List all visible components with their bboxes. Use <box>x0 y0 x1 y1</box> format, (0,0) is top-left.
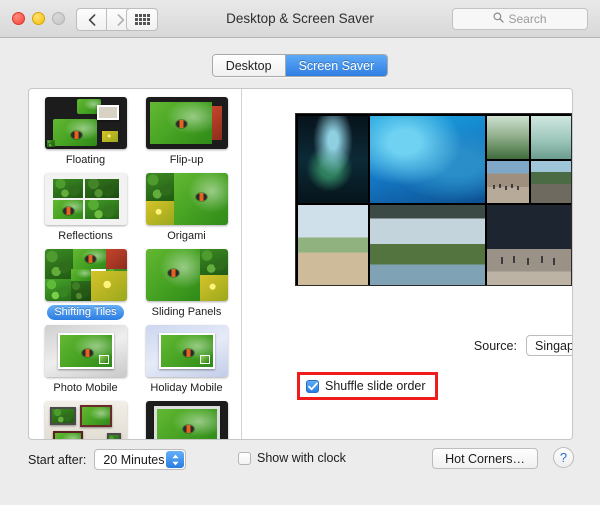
stepper-arrows-icon[interactable] <box>166 451 185 468</box>
search-placeholder: Search <box>508 12 547 26</box>
screen-saver-item-floating[interactable]: Floating <box>37 97 134 171</box>
screen-saver-item-sliding-panels[interactable]: Sliding Panels <box>138 249 235 323</box>
screen-saver-item-reflections[interactable]: Reflections <box>37 173 134 247</box>
screen-saver-preview[interactable] <box>295 113 572 286</box>
screen-saver-thumbnail <box>44 97 127 149</box>
preview-tile-street-crowd <box>487 160 529 203</box>
show-with-clock-checkbox[interactable] <box>238 451 251 465</box>
tab-desktop[interactable]: Desktop <box>212 55 285 76</box>
screen-saver-item-origami[interactable]: Origami <box>138 173 235 247</box>
preview-tile-aquarium-tank <box>298 116 368 203</box>
preview-tile-river-walk <box>370 205 485 285</box>
screen-saver-item-holiday-mobile[interactable]: Holiday Mobile <box>138 325 235 399</box>
preview-tile-street-scene <box>530 160 571 203</box>
screen-saver-item-photo-wall[interactable]: Photo Wall <box>37 401 134 439</box>
screen-saver-thumbnail <box>44 401 127 439</box>
system-preferences-window: Desktop & Screen Saver Search Desktop Sc… <box>0 0 600 505</box>
checkmark-icon <box>307 382 318 390</box>
screen-saver-label: Sliding Panels <box>151 306 222 318</box>
help-button[interactable]: ? <box>553 447 574 468</box>
preview-tile-group <box>487 116 571 203</box>
screen-saver-label: Origami <box>167 230 206 242</box>
screen-saver-list[interactable]: Floating Flip-up Reflections Origami Shi… <box>29 89 241 439</box>
screen-saver-label: Floating <box>65 154 106 166</box>
screen-saver-label: Shifting Tiles <box>47 305 124 320</box>
search-field[interactable]: Search <box>452 8 588 30</box>
start-after-row: Start after: 20 Minutes <box>28 449 187 470</box>
screen-saver-item-shifting-tiles[interactable]: Shifting Tiles <box>37 249 134 323</box>
show-with-clock-row: Show with clock <box>238 451 346 465</box>
source-popup-button[interactable]: Singapore <box>526 335 573 356</box>
title-bar: Desktop & Screen Saver Search <box>0 0 600 38</box>
screen-saver-thumbnail <box>145 249 228 301</box>
preview-tile-theater-plaza <box>487 205 571 285</box>
source-value: Singapore <box>535 338 573 353</box>
screen-saver-thumbnail <box>145 97 228 149</box>
shuffle-annotation-box: Shuffle slide order <box>297 372 438 400</box>
shuffle-slide-order-label: Shuffle slide order <box>325 379 426 393</box>
bottom-bar: Start after: 20 Minutes Show with clock … <box>0 440 600 505</box>
tab-bar: Desktop Screen Saver <box>0 54 600 77</box>
screen-saver-label: Flip-up <box>169 154 204 166</box>
preview-tile-beach-promenade <box>298 205 368 285</box>
screen-saver-item-vintage-prints[interactable]: Vintage Prints <box>138 401 235 439</box>
start-after-popup-button[interactable]: 20 Minutes <box>94 449 187 470</box>
hot-corners-button[interactable]: Hot Corners… <box>432 448 538 469</box>
screen-saver-label: Photo Mobile <box>53 382 118 394</box>
screen-saver-thumbnail <box>44 249 127 301</box>
show-with-clock-label: Show with clock <box>257 451 346 465</box>
screen-saver-thumbnail <box>145 401 228 439</box>
screen-saver-label: Reflections <box>58 230 113 242</box>
preview-tile-green-hillside <box>487 116 529 159</box>
source-row: Source: Singapore <box>455 335 573 356</box>
preview-tile-aquarium-blue-water <box>370 116 485 203</box>
shuffle-slide-order-checkbox[interactable] <box>306 379 319 393</box>
screen-saver-thumbnail <box>44 173 127 225</box>
screen-saver-label: Holiday Mobile <box>150 382 223 394</box>
tab-screen-saver[interactable]: Screen Saver <box>284 55 388 76</box>
screen-saver-thumbnail <box>145 325 228 377</box>
search-icon <box>493 10 505 28</box>
screen-saver-thumbnail <box>145 173 228 225</box>
source-label: Source: <box>473 338 517 353</box>
screen-saver-item-flip-up[interactable]: Flip-up <box>138 97 235 171</box>
preview-tile-lagoon-view <box>530 116 571 159</box>
start-after-label: Start after: <box>28 452 87 467</box>
screen-saver-thumbnail <box>44 325 127 377</box>
start-after-value: 20 Minutes <box>103 452 165 467</box>
screen-saver-item-photo-mobile[interactable]: Photo Mobile <box>37 325 134 399</box>
